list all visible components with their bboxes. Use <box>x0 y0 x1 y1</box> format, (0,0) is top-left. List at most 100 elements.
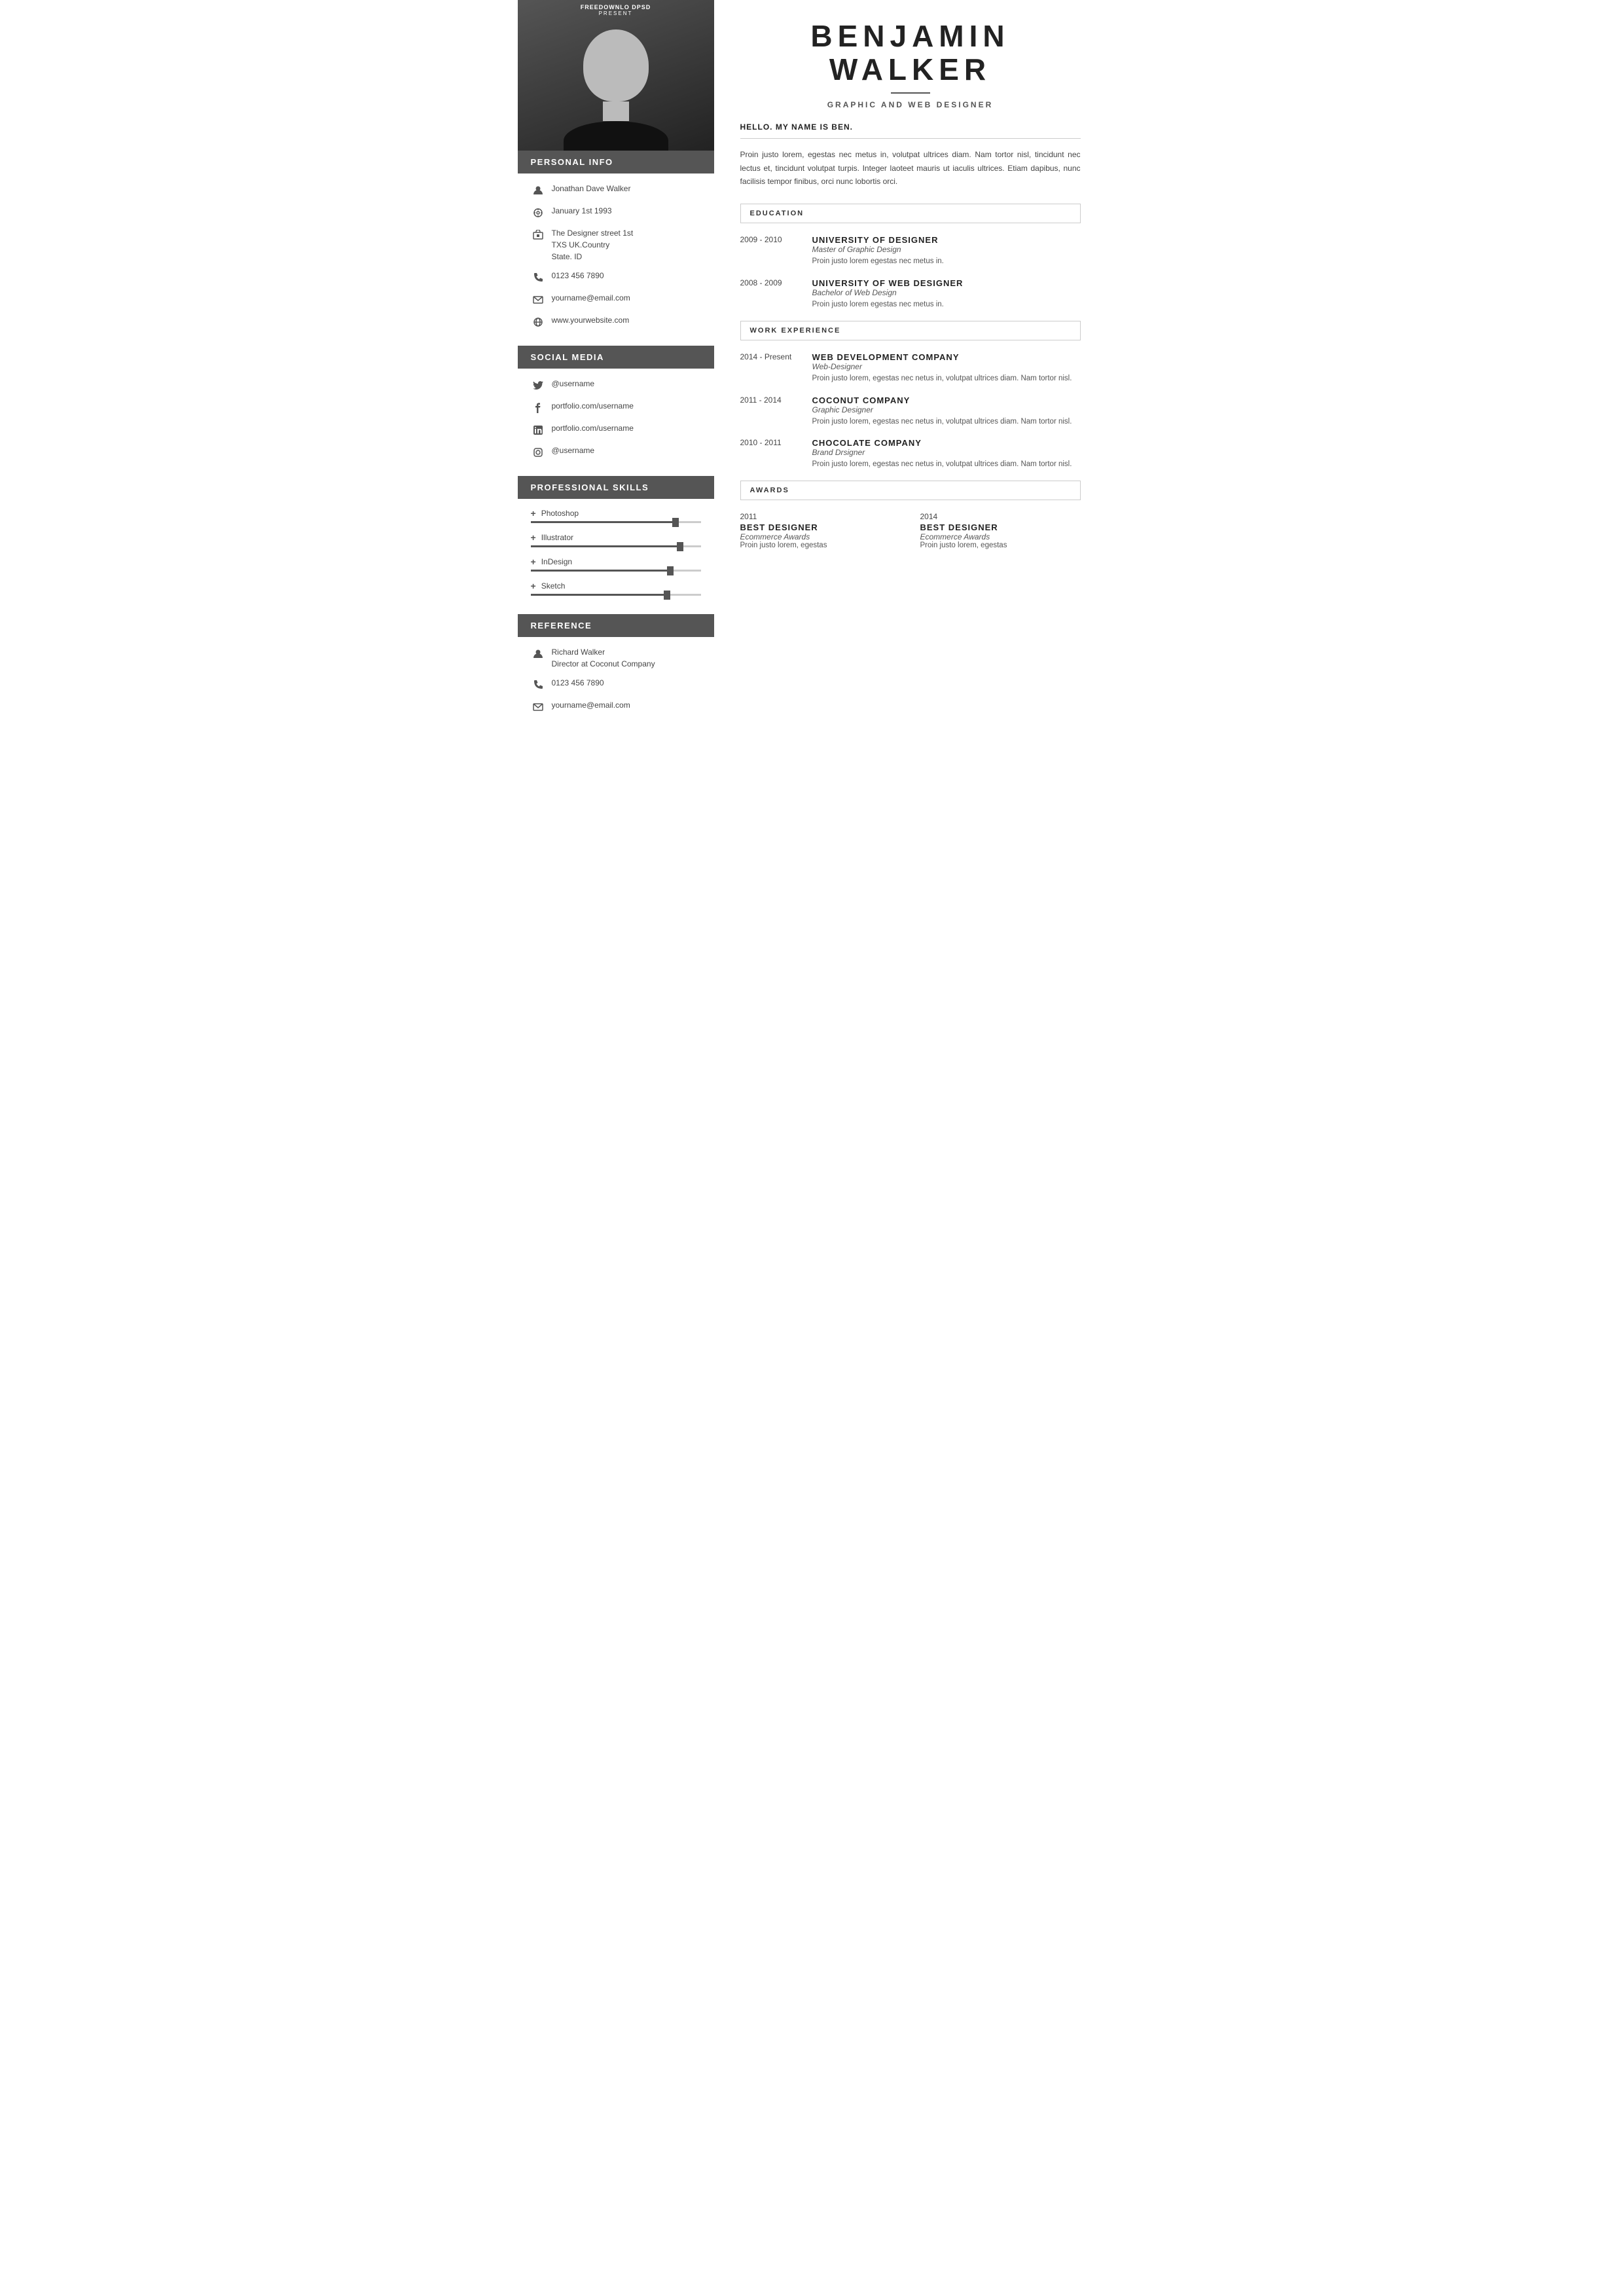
ref-email-row: yourname@email.com <box>531 699 701 714</box>
social-facebook: portfolio.com/username <box>552 400 634 412</box>
social-instagram: @username <box>552 445 595 456</box>
skill-indesign: + InDesign <box>531 556 701 572</box>
intro-text: Proin justo lorem, egestas nec metus in,… <box>740 148 1081 188</box>
intro-heading: HELLO. MY NAME IS BEN. <box>740 122 1081 132</box>
address-row: The Designer street 1stTXS UK.CountrySta… <box>531 227 701 263</box>
work-entry-1: 2014 - Present WEB DEVELOPMENT COMPANY W… <box>740 352 1081 384</box>
work-company-1: WEB DEVELOPMENT COMPANY <box>812 352 1081 362</box>
work-year-3: 2010 - 2011 <box>740 438 799 470</box>
edu-content-1: UNIVERSITY OF DESIGNER Master of Graphic… <box>812 235 1081 267</box>
skill-bar-marker-photoshop <box>672 518 679 527</box>
personal-website: www.yourwebsite.com <box>552 314 630 326</box>
birthday-icon <box>531 206 545 220</box>
edu-degree-1: Master of Graphic Design <box>812 245 1081 254</box>
work-company-3: CHOCOLATE COMPANY <box>812 438 1081 448</box>
full-name: BENJAMIN WALKER <box>740 20 1081 86</box>
work-desc-3: Proin justo lorem, egestas nec netus in,… <box>812 458 1081 470</box>
awards-heading: AWARDS <box>750 486 1071 494</box>
personal-phone: 0123 456 7890 <box>552 270 604 282</box>
personal-email: yourname@email.com <box>552 292 630 304</box>
skill-bar-marker-indesign <box>667 566 674 575</box>
social-linkedin: portfolio.com/username <box>552 422 634 434</box>
skills-content: + Photoshop + Illustrator + InDesign <box>518 499 714 614</box>
instagram-row: @username <box>531 445 701 460</box>
edu-year-2: 2008 - 2009 <box>740 278 799 310</box>
award-desc-2: Proin justo lorem, egestas <box>920 541 1081 549</box>
work-company-2: COCONUT COMPANY <box>812 395 1081 405</box>
edu-desc-1: Proin justo lorem egestas nec metus in. <box>812 255 1081 267</box>
website-row: www.yourwebsite.com <box>531 314 701 329</box>
award-event-1: Ecommerce Awards <box>740 532 901 541</box>
photo-placeholder <box>518 0 714 151</box>
name-divider <box>891 92 930 94</box>
facebook-icon <box>531 401 545 415</box>
skill-plus-icon-4: + <box>531 581 536 591</box>
linkedin-icon <box>531 423 545 437</box>
skills-heading: PROFESSIONAL SKILLS <box>518 476 714 499</box>
award-event-2: Ecommerce Awards <box>920 532 1081 541</box>
work-heading: WORK EXPERIENCE <box>750 327 1071 335</box>
ref-person-icon <box>531 647 545 661</box>
skill-plus-icon: + <box>531 508 536 519</box>
work-section-box: WORK EXPERIENCE <box>740 321 1081 340</box>
skill-illustrator: + Illustrator <box>531 532 701 547</box>
work-year-1: 2014 - Present <box>740 352 799 384</box>
work-role-1: Web-Designer <box>812 362 1081 371</box>
work-entry-2: 2011 - 2014 COCONUT COMPANY Graphic Desi… <box>740 395 1081 428</box>
main-content: BENJAMIN WALKER GRAPHIC AND WEB DESIGNER… <box>714 0 1107 831</box>
birthday-row: January 1st 1993 <box>531 205 701 220</box>
work-desc-1: Proin justo lorem, egestas nec netus in,… <box>812 373 1081 384</box>
face-silhouette <box>570 16 662 134</box>
personal-info-heading: PERSONAL INFO <box>518 151 714 173</box>
award-title-1: BEST DESIGNER <box>740 522 901 532</box>
ref-phone: 0123 456 7890 <box>552 677 604 689</box>
ref-email-icon <box>531 700 545 714</box>
awards-grid: 2011 BEST DESIGNER Ecommerce Awards Proi… <box>740 512 1081 549</box>
facebook-row: portfolio.com/username <box>531 400 701 415</box>
skill-name-illustrator: Illustrator <box>541 533 573 542</box>
skill-bar-bg-illustrator <box>531 545 701 547</box>
last-name: WALKER <box>829 52 991 86</box>
edu-degree-2: Bachelor of Web Design <box>812 288 1081 297</box>
address-icon <box>531 228 545 242</box>
personal-name: Jonathan Dave Walker <box>552 183 631 194</box>
first-name: BENJAMIN <box>810 19 1009 53</box>
skill-plus-icon-3: + <box>531 556 536 567</box>
twitter-icon <box>531 378 545 393</box>
twitter-row: @username <box>531 378 701 393</box>
education-section-box: EDUCATION <box>740 204 1081 223</box>
ref-title: Director at Coconut Company <box>552 659 655 668</box>
phone-icon <box>531 270 545 285</box>
person-icon <box>531 183 545 198</box>
work-role-3: Brand Drsigner <box>812 448 1081 457</box>
instagram-icon <box>531 445 545 460</box>
linkedin-row: portfolio.com/username <box>531 422 701 437</box>
ref-name-title: Richard Walker Director at Coconut Compa… <box>552 646 655 670</box>
social-media-content: @username portfolio.com/username portfol… <box>518 369 714 476</box>
edu-desc-2: Proin justo lorem egestas nec metus in. <box>812 299 1081 310</box>
education-heading: EDUCATION <box>750 210 1071 217</box>
social-media-heading: SOCIAL MEDIA <box>518 346 714 369</box>
award-year-1: 2011 <box>740 512 901 521</box>
social-twitter: @username <box>552 378 595 390</box>
ref-name-row: Richard Walker Director at Coconut Compa… <box>531 646 701 670</box>
work-year-2: 2011 - 2014 <box>740 395 799 428</box>
watermark-brand: FREEDOWNLO DPSD PRESENT <box>518 4 714 16</box>
skill-bar-fill-photoshop <box>531 521 676 523</box>
ref-phone-row: 0123 456 7890 <box>531 677 701 692</box>
email-icon <box>531 293 545 307</box>
skill-bar-fill-illustrator <box>531 545 681 547</box>
job-title: GRAPHIC AND WEB DESIGNER <box>740 100 1081 109</box>
edu-year-1: 2009 - 2010 <box>740 235 799 267</box>
header: BENJAMIN WALKER GRAPHIC AND WEB DESIGNER <box>740 20 1081 109</box>
skill-bar-marker-sketch <box>664 591 670 600</box>
award-1: 2011 BEST DESIGNER Ecommerce Awards Proi… <box>740 512 901 549</box>
skill-plus-icon-2: + <box>531 532 536 543</box>
ref-phone-icon <box>531 678 545 692</box>
web-icon <box>531 315 545 329</box>
skill-name-photoshop: Photoshop <box>541 509 579 518</box>
edu-school-2: UNIVERSITY OF WEB DESIGNER <box>812 278 1081 288</box>
phone-row: 0123 456 7890 <box>531 270 701 285</box>
skill-bar-fill-indesign <box>531 570 670 572</box>
reference-heading: REFERENCE <box>518 614 714 637</box>
